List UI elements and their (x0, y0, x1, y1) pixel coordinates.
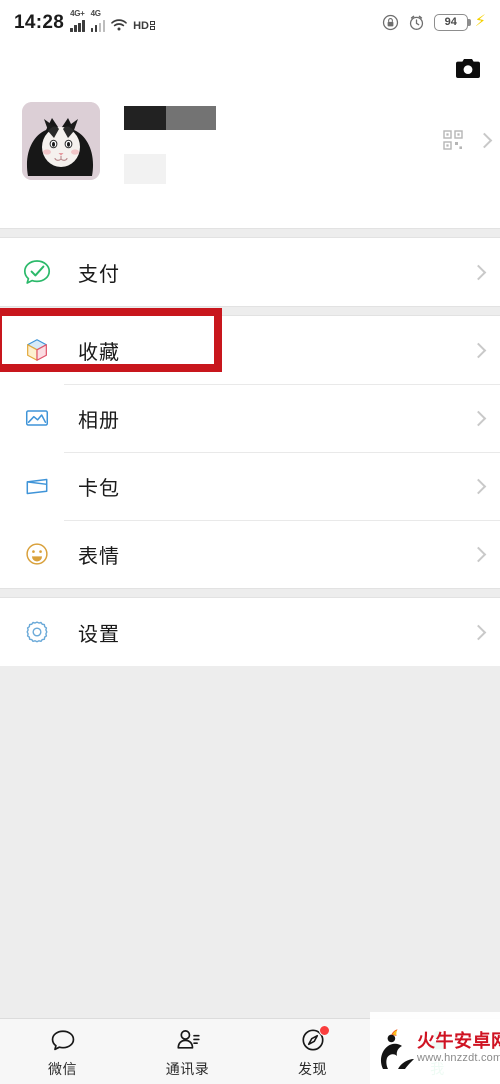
hd-volte-icon: HD (133, 20, 155, 32)
menu-item-album[interactable]: 相册 (0, 384, 500, 452)
camera-button[interactable] (450, 56, 486, 86)
sticker-smiley-icon (22, 539, 52, 569)
camera-icon (455, 58, 481, 84)
tab-contacts[interactable]: 通讯录 (125, 1025, 250, 1079)
menu-item-label: 表情 (78, 545, 120, 568)
status-bar: 14:28 4G+ 4G HD 94 ⚡ (0, 0, 500, 44)
profile-row-actions[interactable] (443, 130, 493, 150)
chevron-right-icon (470, 546, 487, 562)
chevron-right-icon[interactable] (476, 132, 493, 148)
menu-group-settings: 设置 (0, 598, 500, 666)
compass-discover-icon (297, 1024, 330, 1055)
notification-badge-dot (318, 1024, 330, 1036)
avatar[interactable] (22, 102, 100, 180)
contacts-icon (172, 1025, 204, 1055)
chevron-right-icon (470, 264, 487, 280)
charging-bolt-icon: ⚡ (474, 13, 486, 30)
battery-percent: 94 (444, 16, 457, 28)
profile-info (124, 102, 486, 184)
chevron-right-icon (470, 342, 487, 358)
menu-item-stickers[interactable]: 表情 (0, 520, 500, 588)
menu-item-label: 卡包 (78, 477, 120, 500)
menu-item-favorites[interactable]: 收藏 (0, 316, 500, 384)
status-time: 14:28 (14, 11, 65, 33)
status-bar-right: 94 ⚡ (382, 13, 486, 31)
screen-lock-icon (382, 14, 399, 31)
menu-item-label: 设置 (78, 623, 120, 646)
menu-item-card-pack[interactable]: 卡包 (0, 452, 500, 520)
tab-label: 微信 (48, 1060, 77, 1077)
network-type-label-1: 4G+ (70, 8, 85, 18)
menu-group-payment: 支付 (0, 238, 500, 306)
network-type-label-2: 4G (90, 8, 101, 18)
payment-icon (22, 257, 52, 287)
wifi-icon (110, 18, 128, 32)
tab-discover[interactable]: 发现 (250, 1024, 375, 1079)
menu-item-settings[interactable]: 设置 (0, 598, 500, 666)
settings-gear-icon (22, 617, 52, 647)
watermark-logo-icon (374, 1025, 416, 1071)
menu-item-payment[interactable]: 支付 (0, 238, 500, 306)
card-wallet-icon (22, 471, 52, 501)
tab-wechat[interactable]: 微信 (0, 1025, 125, 1079)
menu-group-content: 收藏 相册 卡包 表情 (0, 316, 500, 588)
hd-label: HD (133, 19, 149, 32)
wechat-id-redacted (124, 154, 166, 184)
album-photo-icon (22, 403, 52, 433)
watermark-url: www.hnzzdt.com (417, 1052, 500, 1065)
profile-row[interactable] (22, 102, 486, 184)
favorites-cube-icon (22, 335, 52, 365)
chat-bubble-icon (47, 1025, 79, 1055)
tab-label: 发现 (298, 1060, 327, 1077)
cat-avatar-image (22, 102, 100, 180)
qr-code-icon[interactable] (443, 130, 463, 150)
menu-item-label: 收藏 (78, 341, 120, 364)
wechat-me-screen: 14:28 4G+ 4G HD 94 ⚡ 支付 收藏 相册 卡包 表情 设置 微… (0, 0, 500, 1084)
menu-item-label: 相册 (78, 409, 120, 432)
tab-label: 通讯录 (165, 1060, 210, 1077)
alarm-clock-icon (408, 14, 425, 31)
chevron-right-icon (470, 478, 487, 494)
signal-bars-icon: 4G+ (69, 9, 85, 32)
signal-bars-icon-secondary: 4G (90, 9, 106, 32)
section-divider-2 (0, 306, 500, 316)
section-divider-3 (0, 588, 500, 598)
chevron-right-icon (470, 624, 487, 640)
watermark-text: 火牛安卓网 www.hnzzdt.com (417, 1030, 500, 1065)
nickname-redacted (124, 106, 216, 130)
status-bar-left: 14:28 4G+ 4G HD (14, 9, 155, 33)
chevron-right-icon (470, 410, 487, 426)
profile-header[interactable] (0, 44, 500, 228)
menu-item-label: 支付 (78, 263, 120, 286)
site-watermark: 火牛安卓网 www.hnzzdt.com (370, 1012, 500, 1084)
battery-icon: 94 (433, 13, 471, 31)
section-divider-1 (0, 228, 500, 238)
watermark-title: 火牛安卓网 (417, 1030, 500, 1051)
